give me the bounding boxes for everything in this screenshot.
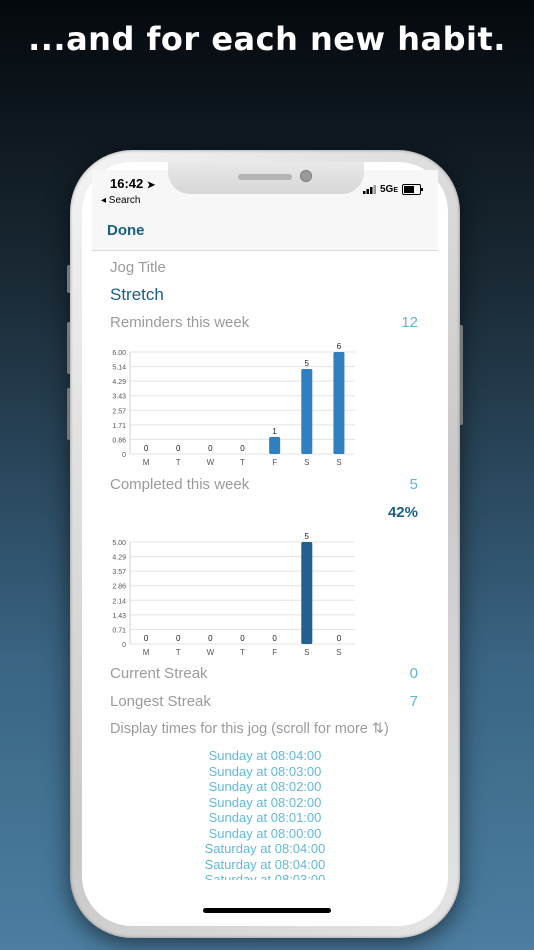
display-times-label: Display times for this jog (scroll for m… (110, 721, 389, 737)
display-time-item: Sunday at 08:01:00 (208, 810, 322, 825)
done-button[interactable]: Done (107, 222, 145, 239)
signal-icon (363, 185, 376, 194)
x-tick-label: T (176, 648, 181, 657)
x-tick-label: S (304, 458, 309, 467)
bar-value-label: 0 (144, 444, 149, 453)
back-to-search-link[interactable]: ◂ Search (101, 195, 140, 206)
reminders-chart: 0 0.86 1.71 2.57 3.43 4.29 5.14 6.00 0 M 0 T 0 W 0 T 1 F 5… (112, 342, 355, 467)
x-tick-label: S (336, 648, 341, 657)
completed-percent: 42% (387, 504, 418, 521)
x-tick-label: T (240, 458, 245, 467)
x-tick-label: M (143, 648, 150, 657)
x-tick-label: T (176, 458, 181, 467)
display-time-item: Sunday at 08:02:00 (208, 794, 322, 810)
bar-value-label: 5 (305, 359, 310, 368)
y-tick-label: 0.86 (112, 437, 126, 444)
bar-value-label: 0 (208, 634, 213, 643)
display-time-item: Saturday at 08:03:00 (204, 872, 326, 880)
network-label: 5GE (380, 184, 399, 195)
battery-icon (402, 184, 423, 195)
bar-value-label: 5 (305, 532, 310, 541)
display-time-item: Sunday at 08:03:00 (208, 763, 322, 779)
bar-value-label: 0 (144, 634, 149, 643)
bar (269, 437, 281, 454)
x-tick-label: M (143, 458, 150, 467)
y-tick-label: 2.57 (112, 408, 126, 415)
x-tick-label: W (207, 458, 215, 467)
x-tick-label: T (240, 648, 245, 657)
bar-value-label: 0 (337, 634, 342, 643)
bar-value-label: 0 (176, 634, 181, 643)
bar-value-label: 0 (240, 444, 245, 453)
y-tick-label: 4.29 (112, 379, 126, 386)
y-tick-label: 1.71 (112, 423, 126, 430)
y-tick-label: 2.86 (112, 584, 126, 591)
bar (301, 542, 313, 644)
status-time: 16:42 ➤ (110, 176, 156, 191)
completed-label: Completed this week (110, 476, 250, 493)
reminders-label: Reminders this week (110, 314, 250, 331)
x-tick-label: F (272, 648, 277, 657)
completed-value: 5 (409, 476, 418, 493)
reminders-value: 12 (401, 314, 418, 331)
longest-streak-label: Longest Streak (110, 693, 211, 710)
y-tick-label: 1.43 (112, 613, 126, 620)
y-tick-label: 0.71 (112, 627, 126, 634)
completed-chart: 0 0.71 1.43 2.14 2.86 3.57 4.29 5.00 0 M 0 T 0 W 0 T 0 F 5… (112, 532, 355, 657)
display-time-item: Saturday at 08:04:00 (204, 841, 326, 856)
y-tick-label: 6.00 (112, 350, 126, 357)
bar-value-label: 1 (272, 427, 277, 436)
y-tick-label: 2.14 (112, 598, 126, 605)
y-tick-label: 0 (122, 452, 126, 459)
home-indicator[interactable] (203, 908, 331, 913)
front-camera (300, 170, 312, 182)
title-label: Jog Title (110, 259, 166, 276)
display-time-item: Sunday at 08:02:00 (208, 779, 322, 794)
current-streak-value: 0 (409, 665, 418, 682)
location-arrow-icon: ➤ (146, 180, 156, 191)
headline: ...and for each new habit. (28, 20, 506, 58)
bar (333, 352, 345, 454)
y-tick-label: 0 (122, 642, 126, 649)
y-tick-label: 3.43 (112, 394, 126, 401)
y-tick-label: 5.00 (112, 540, 126, 547)
title-value: Stretch (110, 285, 164, 304)
y-tick-label: 4.29 (112, 555, 126, 562)
bar-value-label: 0 (272, 634, 277, 643)
x-tick-label: W (207, 648, 215, 657)
display-time-item: Sunday at 08:04:00 (208, 748, 322, 763)
y-tick-label: 5.14 (112, 365, 126, 372)
display-time-item: Saturday at 08:04:00 (204, 856, 326, 872)
display-time-item: Sunday at 08:00:00 (208, 825, 322, 841)
display-times-list[interactable]: Sunday at 08:04:00 Sunday at 08:03:00 Sund… (92, 748, 438, 880)
speaker-grille (238, 174, 292, 180)
x-tick-label: S (336, 458, 341, 467)
y-tick-label: 3.57 (112, 569, 126, 576)
bar-value-label: 0 (208, 444, 213, 453)
longest-streak-value: 7 (409, 693, 418, 710)
bar-value-label: 0 (176, 444, 181, 453)
bar (301, 369, 313, 454)
bar-value-label: 0 (240, 634, 245, 643)
current-streak-label: Current Streak (110, 665, 208, 682)
x-tick-label: S (304, 648, 309, 657)
bar-value-label: 6 (337, 342, 342, 351)
x-tick-label: F (272, 458, 277, 467)
